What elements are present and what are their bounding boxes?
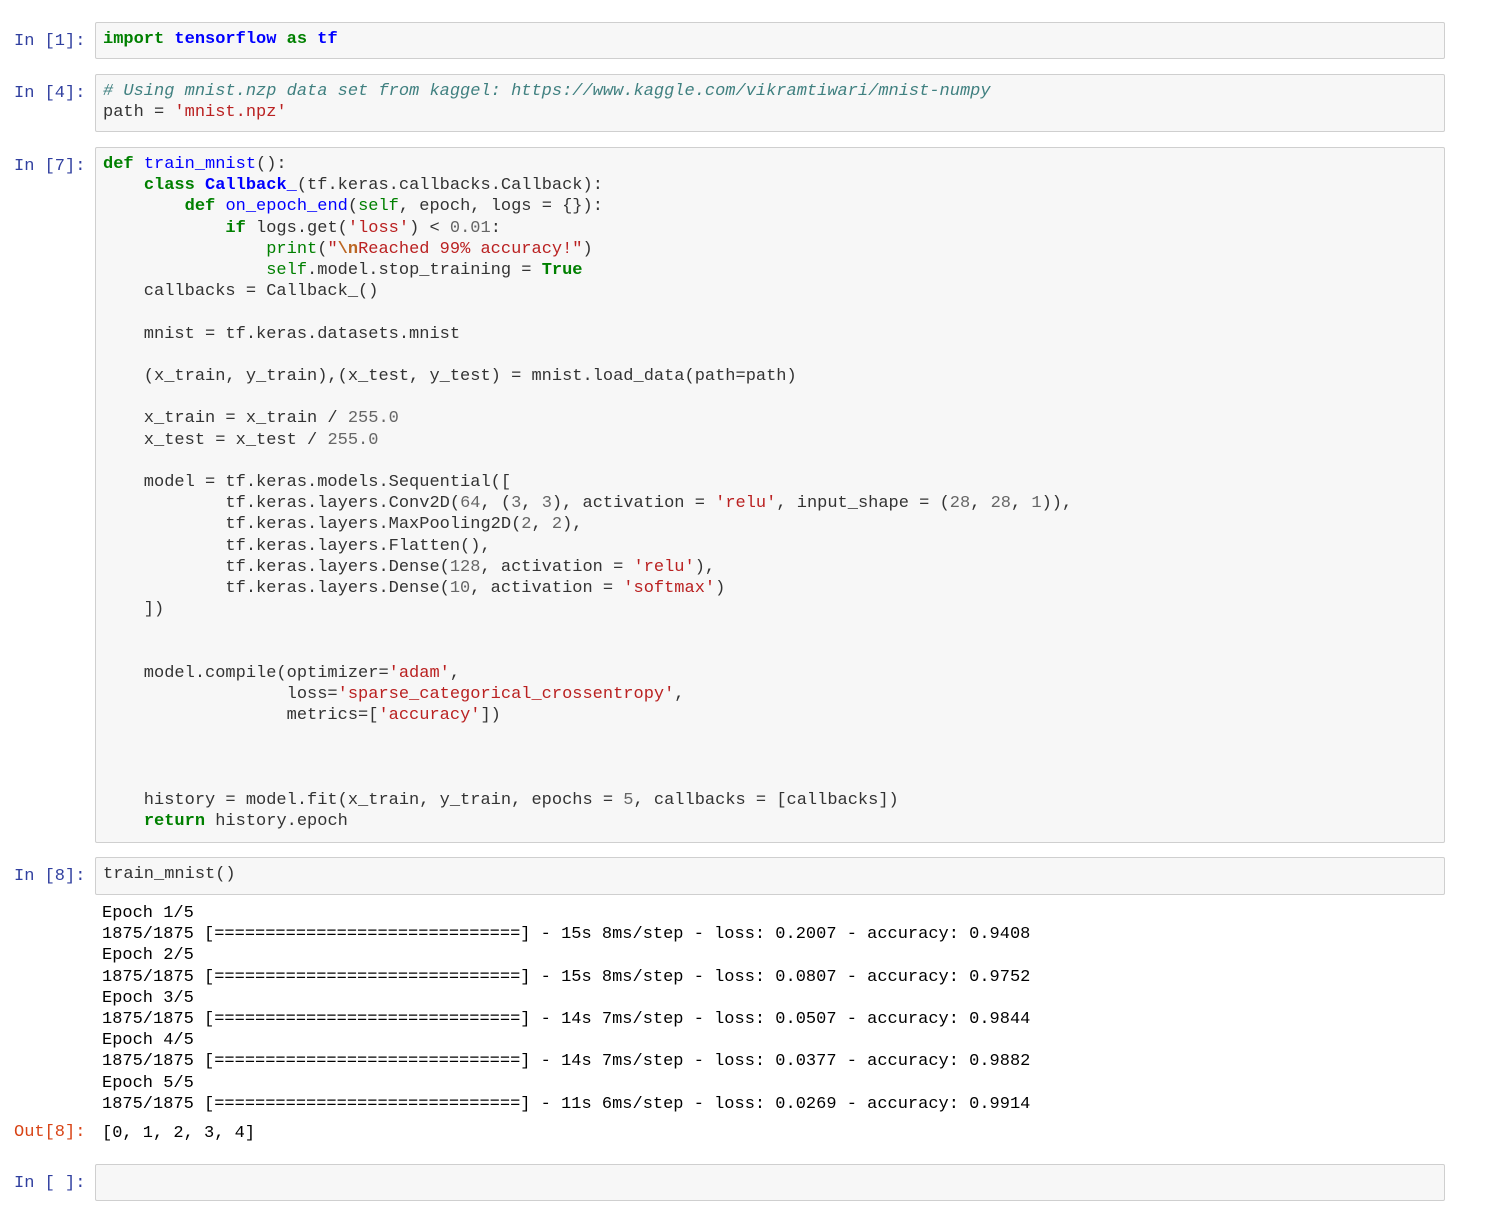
- code-token: import: [103, 30, 165, 49]
- code-token: self: [266, 261, 308, 281]
- code-token: 255.0: [347, 409, 399, 429]
- code-token: 'mnist.npz': [174, 103, 287, 123]
- code-token: self: [358, 197, 399, 217]
- code-text: train_mnist(): [103, 865, 236, 884]
- code-token: ": [327, 239, 338, 259]
- code-editor[interactable]: train_mnist(): [95, 857, 1445, 895]
- code-token: 'sparse_categorical_crossentropy': [337, 685, 675, 705]
- stdout-output: Epoch 1/5 1875/1875 [===================…: [102, 904, 1031, 1114]
- code-token: def: [103, 155, 134, 174]
- code-token: 3: [541, 494, 552, 514]
- code-token: on_epoch_end: [225, 197, 348, 217]
- code-token: 1: [1031, 494, 1042, 514]
- code-token: 64: [460, 494, 481, 514]
- code-token: 2: [521, 515, 532, 535]
- input-prompt: In [4]:: [14, 84, 86, 103]
- output-value: [0, 1, 2, 3, 4]: [102, 1124, 256, 1143]
- code-token: 255.0: [327, 430, 379, 450]
- code-token: return: [143, 812, 206, 832]
- code-token: 0.01: [449, 218, 491, 238]
- code-token: Reached 99% accuracy!": [358, 239, 583, 259]
- code-token: as: [286, 30, 308, 49]
- code-token: 5: [623, 791, 634, 811]
- code-token: 'loss': [347, 218, 410, 238]
- code-token: print: [266, 239, 318, 259]
- code-token: 2: [551, 515, 563, 535]
- code-token: train_mnist: [143, 155, 257, 174]
- input-prompt: In [8]:: [14, 867, 86, 886]
- code-token: 28: [990, 494, 1011, 514]
- code-token: Callback_: [205, 176, 297, 196]
- code-token: 'relu': [715, 494, 777, 514]
- code-editor-empty[interactable]: [95, 1164, 1445, 1201]
- code-token: 'relu': [633, 557, 695, 577]
- input-prompt: In [7]:: [14, 157, 86, 176]
- output-prompt: Out[8]:: [14, 1123, 86, 1142]
- code-token: # Using mnist.nzp data set from kaggel: …: [103, 82, 991, 101]
- code-token: if: [225, 218, 246, 238]
- code-token: def: [184, 197, 216, 217]
- code-token: 128: [449, 557, 481, 577]
- code-text: import tensorflow as tf: [103, 29, 338, 50]
- code-editor[interactable]: def train_mnist(): class Callback_(tf.ke…: [95, 147, 1445, 843]
- code-token: 10: [449, 579, 471, 599]
- code-token: \n: [337, 239, 359, 259]
- code-token: 28: [949, 494, 971, 514]
- code-token: 'accuracy': [378, 706, 481, 726]
- code-editor[interactable]: # Using mnist.nzp data set from kaggel: …: [95, 74, 1445, 132]
- code-token: 'adam': [388, 663, 450, 683]
- code-token: tensorflow: [174, 30, 277, 49]
- input-prompt: In [ ]:: [14, 1174, 86, 1193]
- code-token: True: [541, 261, 583, 281]
- input-prompt: In [1]:: [14, 32, 86, 51]
- code-token: class: [143, 176, 195, 196]
- code-token: 3: [511, 494, 522, 514]
- code-text: def train_mnist(): class Callback_(tf.ke…: [103, 155, 1073, 832]
- code-token: 'softmax': [623, 579, 716, 599]
- code-text: # Using mnist.nzp data set from kaggel: …: [103, 82, 991, 123]
- code-token: tf: [317, 30, 338, 49]
- code-editor[interactable]: import tensorflow as tf: [95, 22, 1445, 59]
